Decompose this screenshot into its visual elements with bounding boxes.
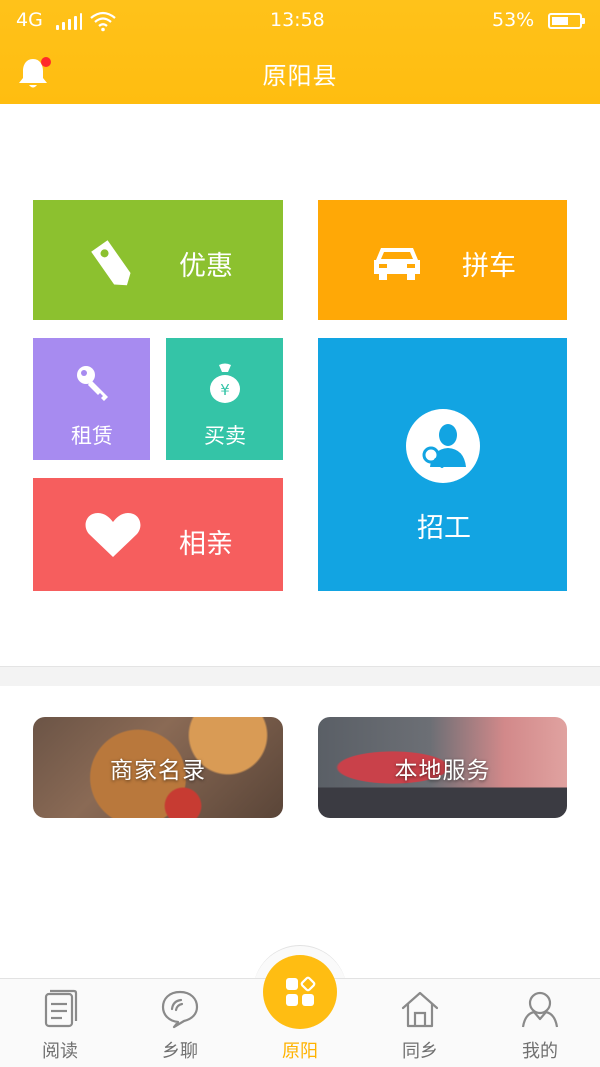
nav-label-read: 阅读	[42, 1041, 78, 1062]
merchant-directory-label: 商家名录	[110, 757, 206, 784]
local-service-label: 本地服务	[394, 757, 491, 784]
heart-icon	[85, 513, 141, 557]
svg-text:¥: ¥	[220, 381, 230, 399]
tile-carpool-label: 拼车	[462, 251, 516, 282]
tile-rent[interactable]: 租赁	[33, 338, 150, 460]
tile-rent-label: 租赁	[71, 424, 113, 448]
key-icon	[77, 366, 108, 401]
tile-coupon[interactable]: 优惠	[33, 200, 283, 320]
wifi-icon	[90, 11, 116, 32]
money-bag-icon: ¥	[210, 363, 240, 403]
nav-label-mine: 我的	[522, 1041, 558, 1062]
merchant-directory-banner[interactable]: 商家名录	[33, 717, 283, 818]
chat-icon	[161, 990, 199, 1029]
tile-coupon-label: 优惠	[179, 251, 233, 282]
person-search-icon	[406, 409, 480, 483]
section-divider	[0, 666, 600, 686]
tile-dating-label: 相亲	[179, 529, 233, 560]
top-app-bar: 4G 13:58 53% 原阳县	[0, 0, 600, 104]
tile-trade[interactable]: ¥ 买卖	[166, 338, 283, 460]
status-bar: 4G 13:58 53%	[0, 0, 600, 44]
tile-hiring[interactable]: 招工	[318, 338, 567, 591]
nav-label-yuanyang: 原阳	[282, 1041, 318, 1062]
price-tag-icon	[91, 240, 131, 286]
apps-icon	[286, 976, 316, 1006]
nav-label-townsfolk: 同乡	[402, 1041, 438, 1062]
battery-icon	[548, 13, 585, 29]
tile-trade-label: 买卖	[204, 424, 246, 448]
nav-item-read[interactable]: 阅读	[0, 979, 120, 1067]
nav-item-chat[interactable]: 乡聊	[120, 979, 240, 1067]
battery-percent: 53%	[492, 9, 535, 31]
document-icon	[44, 989, 78, 1028]
nav-item-mine[interactable]: 我的	[480, 979, 600, 1067]
tile-dating[interactable]: 相亲	[33, 478, 283, 591]
car-icon	[374, 248, 420, 280]
clock: 13:58	[270, 9, 325, 31]
tile-hiring-label: 招工	[417, 513, 471, 544]
page-title: 原阳县	[262, 62, 338, 90]
center-apps-button[interactable]	[263, 955, 337, 1029]
network-type: 4G	[16, 9, 43, 31]
user-icon	[521, 991, 559, 1028]
tile-carpool[interactable]: 拼车	[318, 200, 567, 320]
home-icon	[401, 991, 439, 1028]
nav-item-townsfolk[interactable]: 同乡	[360, 979, 480, 1067]
local-service-banner[interactable]: 本地服务	[318, 717, 567, 818]
nav-label-chat: 乡聊	[162, 1041, 198, 1062]
signal-icon	[56, 12, 82, 30]
